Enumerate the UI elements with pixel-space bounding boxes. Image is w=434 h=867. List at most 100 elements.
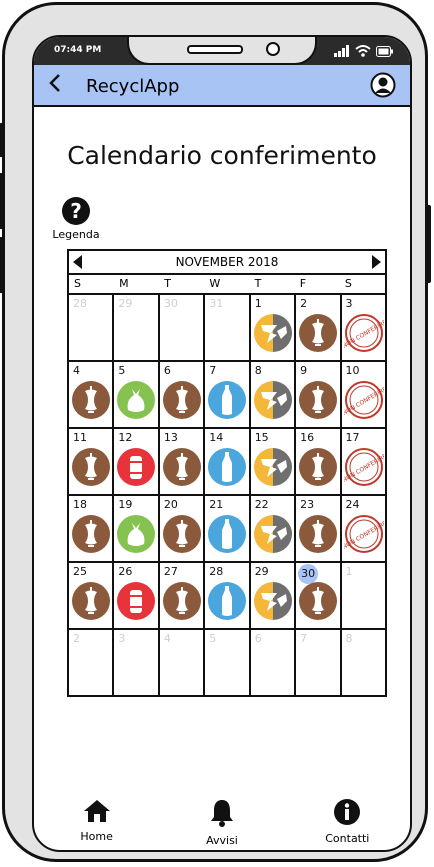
plastic-bottle-icon xyxy=(208,448,247,486)
organic-waste-icon xyxy=(162,515,201,553)
day-number: 11 xyxy=(73,431,87,444)
calendar-day-cell[interactable]: 10 NON CONFERIRE xyxy=(341,360,385,427)
volume-up-button xyxy=(0,173,4,229)
nav-contatti-label: Contatti xyxy=(325,832,370,845)
calendar-day-cell[interactable]: 18 xyxy=(69,494,115,561)
calendar-header: NOVEMBER 2018 xyxy=(69,251,385,275)
calendar-day-cell[interactable]: 2 xyxy=(296,293,342,360)
nav-contatti[interactable]: Contatti xyxy=(302,790,392,850)
calendar-day-cell[interactable]: 25 xyxy=(69,561,115,628)
calendar-day-cell[interactable]: 4 xyxy=(69,360,115,427)
weekday-label: T xyxy=(164,277,172,290)
calendar-day-cell[interactable]: 14 xyxy=(205,427,251,494)
calendar-day-cell[interactable]: 5 xyxy=(114,360,160,427)
nav-home[interactable]: Home xyxy=(52,790,142,850)
no-collection-stamp-icon: NON CONFERIRE xyxy=(344,515,384,553)
day-number: 9 xyxy=(300,364,308,377)
day-number: 16 xyxy=(300,431,315,444)
day-number: 21 xyxy=(209,498,224,511)
weekday-label: T xyxy=(254,277,262,290)
next-month-icon[interactable] xyxy=(372,255,381,269)
paper-glass-icon xyxy=(253,381,292,419)
page-title: Calendario conferimento xyxy=(67,141,377,170)
nav-avvisi[interactable]: Avvisi xyxy=(177,790,267,850)
calendar-day-cell[interactable]: 1 xyxy=(250,293,297,360)
calendar-day-cell[interactable]: 13 xyxy=(159,427,206,494)
day-number: 1 xyxy=(254,297,262,310)
calendar-day-cell[interactable]: 29 xyxy=(250,561,297,628)
day-number: 20 xyxy=(163,498,178,511)
calendar-day-cell[interactable]: 17 NON CONFERIRE xyxy=(341,427,385,494)
profile-icon[interactable] xyxy=(370,72,396,102)
calendar-day-cell[interactable]: 21 xyxy=(205,494,251,561)
calendar-grid: 28 29 30 31 1 2 3 NON CONFERIRE 4 5 6 7 8 9 10 NON CONF… xyxy=(69,293,385,695)
calendar-day-cell[interactable]: 3 xyxy=(114,628,160,695)
organic-waste-icon xyxy=(72,381,110,419)
calendar-day-cell[interactable]: 16 xyxy=(296,427,342,494)
calendar-day-cell[interactable]: 6 xyxy=(159,360,206,427)
calendar-day-cell[interactable]: 26 xyxy=(114,561,160,628)
calendar-day-cell[interactable]: 7 xyxy=(205,360,251,427)
calendar-day-cell[interactable]: 27 xyxy=(159,561,206,628)
calendar-day-cell[interactable]: 28 xyxy=(205,561,251,628)
day-number: 29 xyxy=(118,297,133,310)
day-number: 5 xyxy=(118,364,126,377)
day-number: 3 xyxy=(118,632,126,645)
back-arrow-icon[interactable] xyxy=(48,73,62,98)
calendar-day-cell[interactable]: 8 xyxy=(341,628,385,695)
day-number: 6 xyxy=(163,364,171,377)
status-time: 07:44 PM xyxy=(54,45,102,55)
legend-button[interactable]: ? Legenda xyxy=(48,197,104,241)
status-icons xyxy=(334,44,394,58)
no-collection-stamp-icon: NON CONFERIRE xyxy=(344,314,384,352)
calendar-day-cell[interactable]: 7 xyxy=(296,628,342,695)
calendar-day-cell[interactable]: 8 xyxy=(250,360,297,427)
calendar-day-cell[interactable]: 2 xyxy=(69,628,115,695)
calendar-day-cell[interactable]: 3 NON CONFERIRE xyxy=(341,293,385,360)
calendar-day-cell[interactable]: 9 xyxy=(296,360,342,427)
home-icon xyxy=(83,800,110,822)
calendar-day-cell[interactable]: 23 xyxy=(296,494,342,561)
calendar-day-cell[interactable]: 19 xyxy=(114,494,160,561)
day-number: 30 xyxy=(163,297,178,310)
paper-glass-icon xyxy=(253,515,292,553)
app-bar: RecyclApp xyxy=(34,65,410,107)
calendar-day-cell[interactable]: 28 xyxy=(69,293,115,360)
bottom-nav: Home Avvisi Contatti xyxy=(34,790,410,850)
calendar-day-cell[interactable]: 5 xyxy=(205,628,251,695)
calendar-day-cell[interactable]: 20 xyxy=(159,494,206,561)
calendar-day-cell[interactable]: 6 xyxy=(250,628,297,695)
calendar-day-cell[interactable]: 4 xyxy=(159,628,206,695)
speaker xyxy=(187,45,243,54)
general-waste-bag-icon xyxy=(117,515,156,553)
plastic-bottle-icon xyxy=(208,515,247,553)
calendar-day-cell[interactable]: 30 xyxy=(159,293,206,360)
organic-waste-icon xyxy=(72,515,110,553)
legend-label: Legenda xyxy=(52,228,100,241)
calendar-day-cell[interactable]: 11 xyxy=(69,427,115,494)
calendar-day-cell[interactable]: 29 xyxy=(114,293,160,360)
day-number: 6 xyxy=(254,632,262,645)
day-number: 18 xyxy=(73,498,87,511)
calendar-day-cell[interactable]: 1 xyxy=(341,561,385,628)
calendar-day-cell[interactable]: 31 xyxy=(205,293,251,360)
no-collection-stamp-icon: NON CONFERIRE xyxy=(344,381,384,419)
help-icon[interactable]: ? xyxy=(62,197,90,225)
organic-waste-icon xyxy=(162,381,201,419)
day-number: 13 xyxy=(163,431,178,444)
nav-home-label: Home xyxy=(80,830,113,843)
day-number: 8 xyxy=(345,632,353,645)
calendar-day-cell[interactable]: 15 xyxy=(250,427,297,494)
calendar-day-cell[interactable]: 30 xyxy=(296,561,342,628)
day-number: 14 xyxy=(209,431,224,444)
calendar-day-cell[interactable]: 24 NON CONFERIRE xyxy=(341,494,385,561)
organic-waste-icon xyxy=(299,314,338,352)
organic-waste-icon xyxy=(299,381,338,419)
wifi-icon xyxy=(355,45,371,57)
day-number: 28 xyxy=(209,565,224,578)
calendar-day-cell[interactable]: 22 xyxy=(250,494,297,561)
weekday-label: S xyxy=(74,277,81,290)
power-button xyxy=(426,205,431,283)
calendar-day-cell[interactable]: 12 xyxy=(114,427,160,494)
day-number: 24 xyxy=(345,498,360,511)
